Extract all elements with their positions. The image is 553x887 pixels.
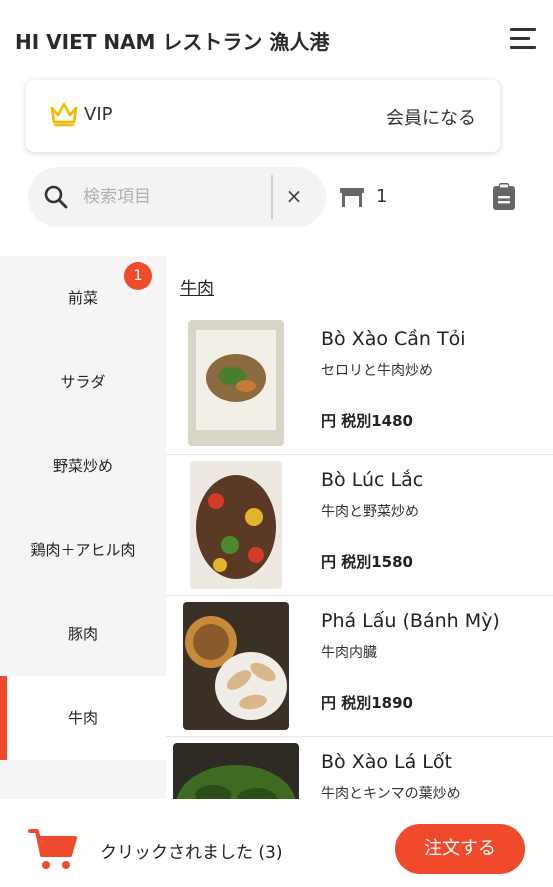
list-item[interactable]: Phá Lấu (Bánh Mỳ) 牛肉内臓 円 税別1890 xyxy=(166,596,553,737)
section-title: 牛肉 xyxy=(180,279,214,299)
dish-image xyxy=(173,743,299,799)
dish-image xyxy=(190,461,282,589)
dish-description: 牛肉内臓 xyxy=(321,645,377,661)
dish-price: 円 税別1890 xyxy=(321,694,413,712)
search-divider xyxy=(271,175,273,219)
cart-icon[interactable] xyxy=(28,827,78,871)
dish-description: 牛肉と野菜炒め xyxy=(321,504,419,520)
category-sidebar: 前菜 1 サラダ 野菜炒め 鶏肉＋アヒル肉 豚肉 牛肉 xyxy=(0,256,166,799)
dish-image xyxy=(183,602,289,730)
category-salad[interactable]: サラダ xyxy=(0,340,166,424)
active-indicator xyxy=(0,676,7,760)
dish-name: Bò Lúc Lắc xyxy=(321,469,424,491)
list-item[interactable]: Bò Xào Cần Tỏi セロリと牛肉炒め 円 税別1480 xyxy=(166,314,553,455)
vip-label: VIP xyxy=(84,104,113,125)
dish-name: Bò Xào Cần Tỏi xyxy=(321,328,466,350)
dish-description: セロリと牛肉炒め xyxy=(321,363,433,379)
become-member-link[interactable]: 会員になる xyxy=(386,104,476,130)
search-box: × xyxy=(28,167,326,227)
dish-price: 円 税別1580 xyxy=(321,553,413,571)
category-label: 牛肉 xyxy=(67,709,98,727)
category-label: 前菜 xyxy=(67,289,98,307)
hamburger-menu-icon[interactable] xyxy=(510,26,538,52)
dish-name: Phá Lấu (Bánh Mỳ) xyxy=(321,610,500,632)
search-icon xyxy=(44,185,68,209)
bottom-bar: クリックされました (3) 注文する xyxy=(0,799,553,887)
category-next[interactable] xyxy=(0,764,166,799)
category-pork[interactable]: 豚肉 xyxy=(0,592,166,676)
category-beef[interactable]: 牛肉 xyxy=(0,676,166,760)
dish-description: 牛肉とキンマの葉炒め xyxy=(321,786,461,799)
clipboard-icon[interactable] xyxy=(492,183,516,211)
category-appetizer[interactable]: 前菜 1 xyxy=(0,256,166,340)
category-stir-fried-vegetables[interactable]: 野菜炒め xyxy=(0,424,166,508)
cart-status: クリックされました (3) xyxy=(100,843,283,863)
table-number: 1 xyxy=(376,186,388,207)
vip-banner[interactable]: VIP 会員になる xyxy=(26,80,500,152)
order-button[interactable]: 注文する xyxy=(395,824,525,874)
search-input[interactable] xyxy=(83,181,263,213)
header: HI VIET NAM レストラン 漁人港 xyxy=(0,0,553,78)
list-item[interactable]: Bò Xào Lá Lốt 牛肉とキンマの葉炒め xyxy=(166,737,553,799)
dish-name: Bò Xào Lá Lốt xyxy=(321,751,452,773)
dish-image xyxy=(188,320,284,446)
count-badge: 1 xyxy=(124,262,152,290)
category-label: サラダ xyxy=(60,373,106,391)
crown-icon xyxy=(50,102,78,127)
close-icon[interactable]: × xyxy=(281,183,307,209)
category-label: 豚肉 xyxy=(67,625,98,643)
menu-list: 牛肉 Bò Xào Cần Tỏi セロリと牛肉炒め 円 税別1480 Bò L… xyxy=(166,256,553,799)
list-item[interactable]: Bò Lúc Lắc 牛肉と野菜炒め 円 税別1580 xyxy=(166,455,553,596)
category-label: 鶏肉＋アヒル肉 xyxy=(30,541,136,559)
category-chicken-duck[interactable]: 鶏肉＋アヒル肉 xyxy=(0,508,166,592)
table-icon xyxy=(340,188,364,207)
dish-price: 円 税別1480 xyxy=(321,412,413,430)
category-label: 野菜炒め xyxy=(52,457,113,475)
restaurant-title: HI VIET NAM レストラン 漁人港 xyxy=(15,30,330,54)
